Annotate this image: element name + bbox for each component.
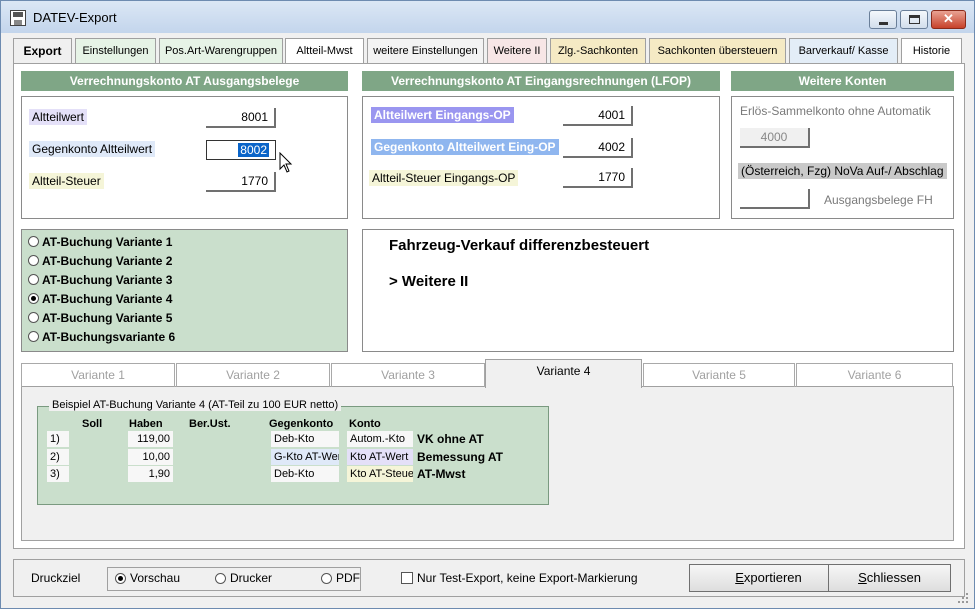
exportieren-label: xportieren [743,570,802,585]
altteil-steuer-eingangs-op-field[interactable]: 1770 [563,168,633,188]
gegenkonto-altteilwert-value: 8002 [238,143,269,157]
row-3-nr: 3) [47,466,69,482]
gegenkonto-altteilwert-eing-op-field[interactable]: 4002 [563,138,633,158]
tab-pos-art-warengruppen[interactable]: Pos.Art-Warengruppen [159,38,283,64]
altteil-steuer-field[interactable]: 1770 [206,172,276,192]
weitere-konten-header: Weitere Konten [731,71,954,91]
pdf-radio[interactable] [321,573,332,584]
variant-5-label[interactable]: AT-Buchung Variante 5 [42,311,172,325]
tab-barverkauf-kasse[interactable]: Barverkauf/ Kasse [789,38,898,64]
resize-grip-icon[interactable] [958,593,970,605]
row-1-haben: 119,00 [128,431,173,447]
gegenkonto-altteilwert-field[interactable]: 8002 [206,140,276,160]
schliessen-button[interactable]: Schliessen [828,564,951,592]
tab-weitere-ii[interactable]: Weitere II [487,38,547,64]
row-3-haben: 1,90 [128,466,173,482]
nova-label: (Österreich, Fzg) NoVa Auf-/ Abschlag [738,163,947,179]
tab-variante-3[interactable]: Variante 3 [331,363,485,387]
minimize-icon [879,22,888,25]
variant-6-radio[interactable] [28,331,39,342]
variant-4-radio[interactable] [28,293,39,304]
pdf-label[interactable]: PDF [336,571,360,585]
test-export-checkbox[interactable] [401,572,413,584]
tab-zlg-sachkonten[interactable]: Zlg.-Sachkonten [550,38,646,64]
close-button[interactable]: ✕ [931,10,966,29]
variant-5-radio[interactable] [28,312,39,323]
column-konto: Konto [349,418,381,430]
vorschau-radio[interactable] [115,573,126,584]
exportieren-button[interactable]: Exportieren [689,564,848,592]
variant-3-label[interactable]: AT-Buchung Variante 3 [42,273,172,287]
column-gegenkonto: Gegenkonto [269,418,334,430]
row-1-konto: Autom.-Kto [347,431,413,447]
variant-1-label[interactable]: AT-Buchung Variante 1 [42,235,172,249]
tab-variante-6[interactable]: Variante 6 [796,363,953,387]
vorschau-label[interactable]: Vorschau [130,571,180,585]
mouse-cursor-icon [279,152,293,173]
row-2-haben: 10,00 [128,449,173,465]
tab-variante-2[interactable]: Variante 2 [176,363,330,387]
tab-sachkonten-uebersteuern[interactable]: Sachkonten übersteuern [649,38,786,64]
ausgang-header: Verrechnungskonto AT Ausgangsbelege [21,71,348,91]
floppy-disk-icon [10,10,26,26]
altteil-steuer-eingangs-op-label: Altteil-Steuer Eingangs-OP [369,170,519,186]
column-berust: Ber.Ust. [189,418,231,430]
drucker-label[interactable]: Drucker [230,571,272,585]
title-bar[interactable]: DATEV-Export ✕ [1,1,974,33]
variant-2-radio[interactable] [28,255,39,266]
drucker-radio[interactable] [215,573,226,584]
maximize-button[interactable] [900,10,928,29]
close-icon: ✕ [943,11,954,26]
column-soll: Soll [82,418,103,430]
minimize-button[interactable] [869,10,897,29]
row-2-gegenkonto: G-Kto AT-Wert [271,449,339,465]
test-export-label[interactable]: Nur Test-Export, keine Export-Markierung [417,571,638,585]
row-3-konto: Kto AT-Steuer [347,466,413,482]
info-line-1: Fahrzeug-Verkauf differenzbesteuert [389,237,650,254]
altteilwert-field[interactable]: 8001 [206,108,276,128]
row-3-gegenkonto: Deb-Kto [271,466,339,482]
gegenkonto-altteilwert-label: Gegenkonto Altteilwert [29,141,156,157]
tab-einstellungen[interactable]: Einstellungen [75,38,156,64]
row-1-nr: 1) [47,431,69,447]
ausgangsbelege-fh-field[interactable] [740,189,810,209]
datev-export-window: DATEV-Export ✕ Export Einstellungen Pos.… [0,0,975,609]
schliessen-label: chliessen [866,570,921,585]
row-2-konto: Kto AT-Wert [347,449,413,465]
example-title: Beispiel AT-Buchung Variante 4 (AT-Teil … [49,399,342,411]
altteilwert-eingangs-op-field[interactable]: 4001 [563,106,633,126]
info-line-2: > Weitere II [389,273,469,290]
row-1-gegenkonto: Deb-Kto [271,431,339,447]
altteil-steuer-label: Altteil-Steuer [29,173,104,189]
maximize-icon [909,15,920,24]
altteilwert-label: Altteilwert [29,109,88,125]
variant-3-radio[interactable] [28,274,39,285]
tab-variante-4[interactable]: Variante 4 [485,359,642,388]
row-1-desc: VK ohne AT [417,432,484,446]
druckziel-label: Druckziel [31,571,81,585]
column-haben: Haben [129,418,163,430]
tab-variante-5[interactable]: Variante 5 [643,363,795,387]
schliessen-mnemonic: S [858,570,867,585]
eingang-header: Verrechnungskonto AT Eingangsrechnungen … [362,71,720,91]
gegenkonto-altteilwert-eing-op-label: Gegenkonto Altteilwert Eing-OP [371,139,559,155]
row-2-desc: Bemessung AT [417,450,504,464]
variant-1-radio[interactable] [28,236,39,247]
tab-historie[interactable]: Historie [901,38,962,64]
tab-weitere-einstellungen[interactable]: weitere Einstellungen [367,38,484,64]
exportieren-mnemonic: E [735,570,744,585]
erloes-sammelkonto-label: Erlös-Sammelkonto ohne Automatik [740,104,931,118]
tab-variante-1[interactable]: Variante 1 [21,363,175,387]
variant-2-label[interactable]: AT-Buchung Variante 2 [42,254,172,268]
variant-6-label[interactable]: AT-Buchungsvariante 6 [42,330,175,344]
erloes-sammelkonto-field[interactable]: 4000 [740,128,810,148]
row-2-nr: 2) [47,449,69,465]
tab-altteil-mwst[interactable]: Altteil-Mwst [285,38,364,65]
row-3-desc: AT-Mwst [417,467,466,481]
altteilwert-eingangs-op-label: Altteilwert Eingangs-OP [371,107,514,123]
window-title: DATEV-Export [33,10,117,25]
ausgangsbelege-fh-label: Ausgangsbelege FH [824,193,933,207]
tab-export[interactable]: Export [13,38,72,64]
variant-4-label[interactable]: AT-Buchung Variante 4 [42,292,172,306]
